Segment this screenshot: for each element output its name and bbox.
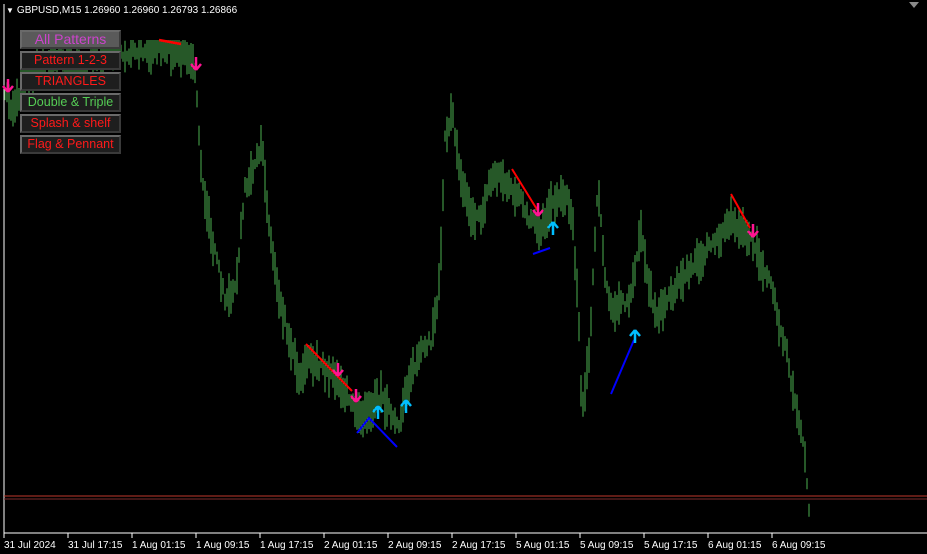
x-axis-label: 6 Aug 09:15 [772, 540, 826, 551]
triangles-button[interactable]: TRIANGLES [20, 72, 121, 91]
x-axis-label: 1 Aug 17:15 [260, 540, 314, 551]
price-chart[interactable]: 31 Jul 2024 31 Jul 17:15 1 Aug 01:15 1 Aug … [0, 0, 927, 554]
close-price: 1.26866 [200, 5, 238, 16]
x-axis-label: 5 Aug 17:15 [644, 540, 698, 551]
double-triple-button[interactable]: Double & Triple [20, 93, 121, 112]
x-axis-label: 6 Aug 01:15 [708, 540, 762, 551]
splash-shelf-button[interactable]: Splash & shelf [20, 114, 121, 133]
open-price: 1.26960 [84, 5, 121, 16]
x-axis-label: 5 Aug 01:15 [516, 540, 570, 551]
x-axis-label: 31 Jul 17:15 [68, 540, 123, 551]
low-price: 1.26793 [162, 5, 199, 16]
flag-pennant-button[interactable]: Flag & Pennant [20, 135, 121, 154]
chart-shift-marker-icon[interactable] [909, 2, 919, 8]
symbol-label: GBPUSD,M15 [16, 5, 82, 16]
x-axis-label: 2 Aug 01:15 [324, 540, 378, 551]
dropdown-triangle-icon[interactable]: ▼ [6, 6, 14, 15]
x-axis-label: 1 Aug 01:15 [132, 540, 186, 551]
high-price: 1.26960 [123, 5, 160, 16]
x-axis-label: 31 Jul 2024 [4, 540, 56, 551]
pattern-123-button[interactable]: Pattern 1-2-3 [20, 51, 121, 70]
chart-header: ▼ GBPUSD,M15 1.26960 1.26960 1.26793 1.26… [6, 5, 237, 16]
x-axis-label: 5 Aug 09:15 [580, 540, 634, 551]
pattern-menu: All Patterns Pattern 1-2-3 TRIANGLES Dou… [20, 30, 121, 156]
x-axis-label: 1 Aug 09:15 [196, 540, 250, 551]
x-axis-label: 2 Aug 17:15 [452, 540, 506, 551]
x-axis-label: 2 Aug 09:15 [388, 540, 442, 551]
all-patterns-button[interactable]: All Patterns [20, 30, 121, 49]
